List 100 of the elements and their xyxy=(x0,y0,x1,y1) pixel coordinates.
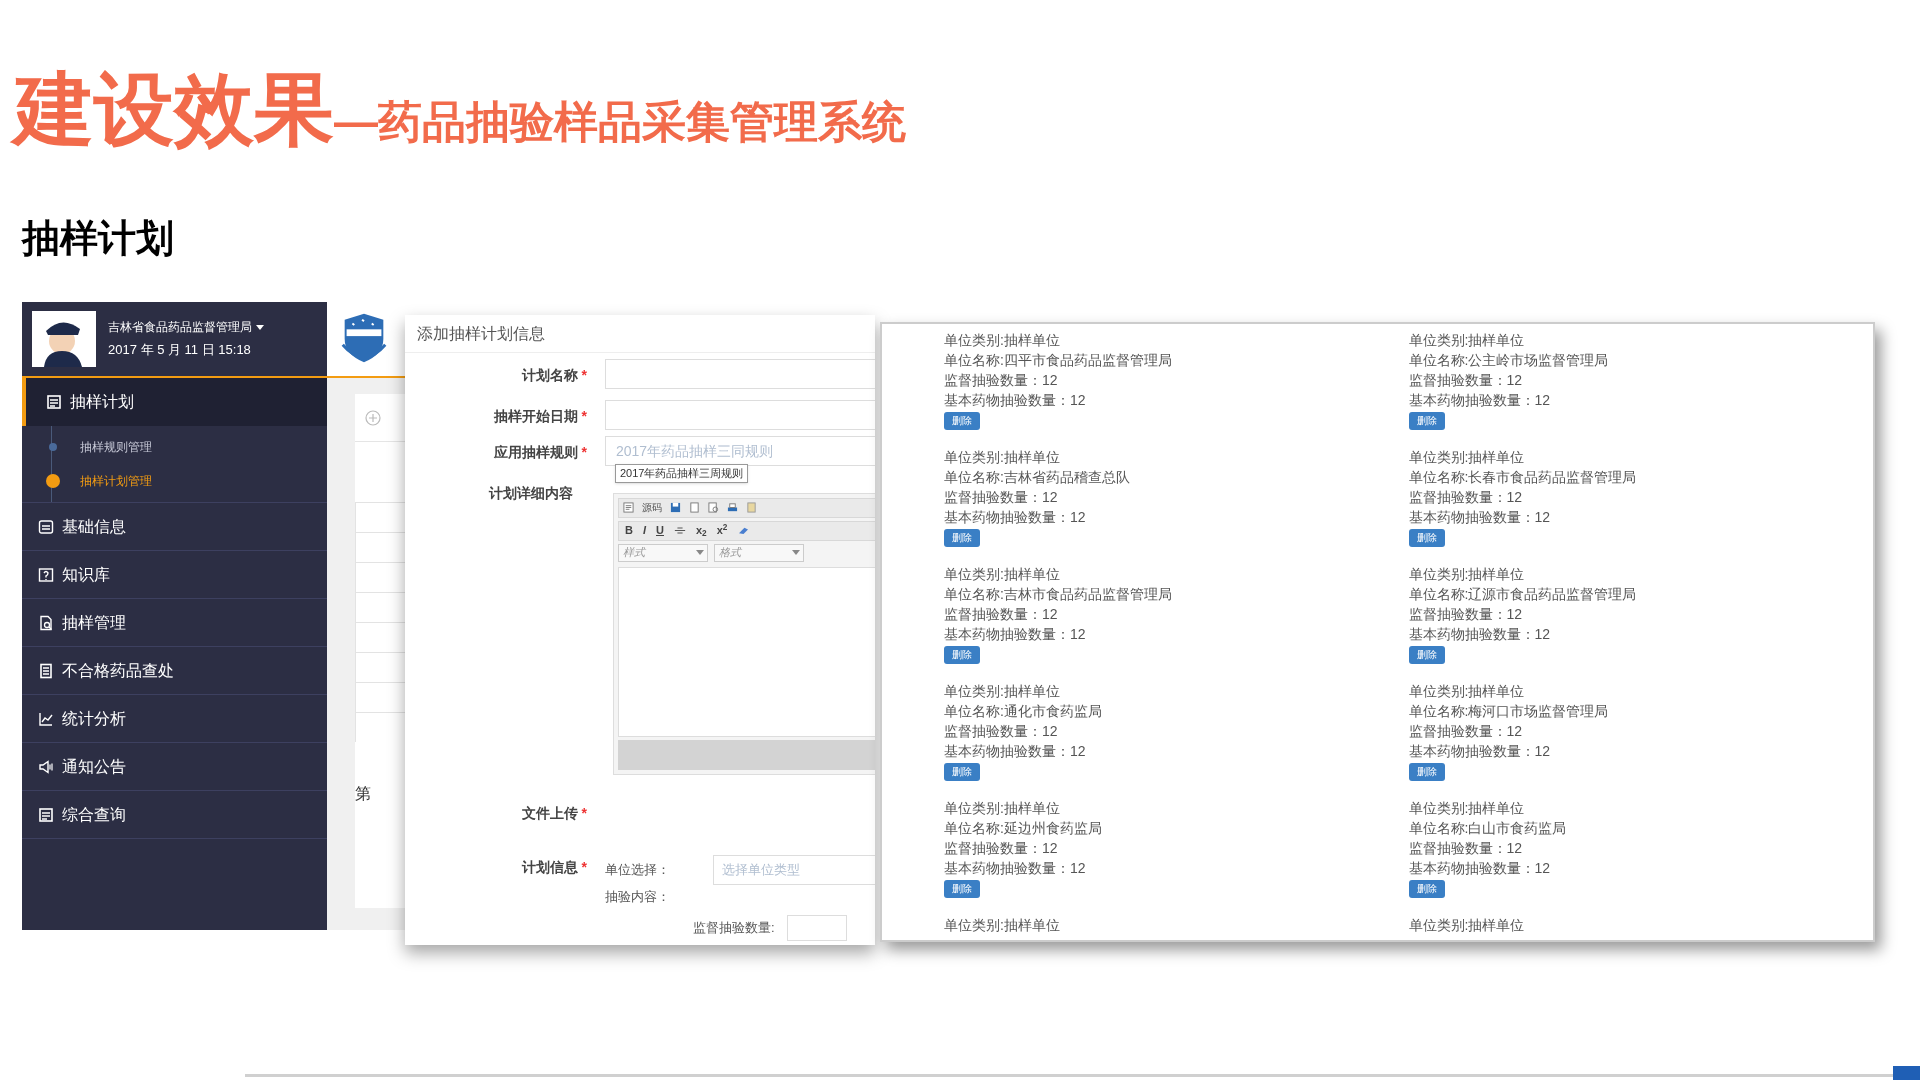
caret-icon[interactable] xyxy=(256,324,264,330)
basic-drug-count: 基本药物抽验数量：12 xyxy=(1408,391,1552,410)
required-mark: * xyxy=(581,406,587,426)
supervision-count: 监督抽验数量：12 xyxy=(1408,488,1524,507)
avatar-icon xyxy=(32,311,96,367)
field-label: 计划信息 xyxy=(521,858,578,878)
preview-icon[interactable] xyxy=(708,502,719,514)
new-page-icon[interactable] xyxy=(689,502,700,514)
print-icon[interactable] xyxy=(727,502,738,514)
menu-icon xyxy=(38,566,54,583)
unit-type: 单位类别:抽样单位 xyxy=(944,682,1061,701)
basic-drug-count: 基本药物抽验数量：12 xyxy=(1408,625,1552,644)
tooltip: 2017年药品抽样三周规则 xyxy=(615,464,749,483)
delete-button[interactable]: 删除 xyxy=(944,880,980,898)
delete-button[interactable]: 删除 xyxy=(944,646,980,664)
delete-button[interactable]: 删除 xyxy=(1408,646,1445,664)
format-button[interactable]: I xyxy=(642,522,646,539)
supervision-count: 监督抽验数量：12 xyxy=(944,839,1059,858)
basic-drug-count: 基本药物抽验数量：12 xyxy=(1408,742,1552,761)
delete-button[interactable]: 删除 xyxy=(944,763,980,781)
caret-icon xyxy=(696,550,704,556)
menu-item[interactable]: 综合查询 xyxy=(22,791,327,839)
input-field[interactable] xyxy=(605,399,875,430)
content-label: 抽验内容： xyxy=(605,888,671,907)
date-time: 2017 年 5 月 11 日 15:18 xyxy=(108,341,252,360)
menu-icon xyxy=(38,758,54,775)
unit-name: 单位名称:四平市食品药品监督管理局 xyxy=(944,351,1173,370)
basic-drug-count: 基本药物抽验数量：12 xyxy=(944,625,1087,644)
source-icon xyxy=(623,502,634,514)
supervision-count: 监督抽验数量：12 xyxy=(1408,722,1524,741)
unit-name: 单位名称:吉林市食品药品监督管理局 xyxy=(944,585,1173,604)
unit-type: 单位类别:抽样单位 xyxy=(944,448,1061,467)
count-label: 监督抽验数量: xyxy=(693,918,775,937)
menu-icon xyxy=(46,394,62,410)
unit-type: 单位类别:抽样单位 xyxy=(944,916,1061,935)
add-icon[interactable] xyxy=(365,409,381,426)
supervision-count: 监督抽验数量：12 xyxy=(944,722,1059,741)
unit-name: 单位名称:吉林省药品稽查总队 xyxy=(944,468,1131,487)
menu-icon xyxy=(38,662,54,679)
slide-subtitle: —药品抽验样品采集管理系统 xyxy=(334,100,906,144)
required-mark: * xyxy=(581,803,587,823)
unit-name: 单位名称:辽源市食品药品监督管理局 xyxy=(1408,585,1638,604)
input-field[interactable] xyxy=(786,914,847,941)
unit-name: 单位名称:通化市食药监局 xyxy=(944,702,1103,721)
page-label: 第 xyxy=(355,784,372,804)
format-button[interactable]: B xyxy=(625,522,633,539)
source-button[interactable]: 源码 xyxy=(642,500,662,516)
basic-drug-count: 基本药物抽验数量：12 xyxy=(1408,859,1552,878)
supervision-count: 监督抽验数量：12 xyxy=(944,488,1059,507)
eraser-icon[interactable] xyxy=(737,526,751,536)
field-label: 抽样开始日期 xyxy=(493,406,578,426)
delete-button[interactable]: 删除 xyxy=(1408,412,1445,430)
footer-bar xyxy=(1893,1066,1920,1080)
required-mark: * xyxy=(581,858,587,878)
input-field[interactable] xyxy=(605,359,875,390)
delete-button[interactable]: 删除 xyxy=(1408,763,1445,781)
strikethrough-icon[interactable] xyxy=(673,526,686,536)
section-heading: 抽样计划 xyxy=(22,216,174,261)
menu-item[interactable]: 抽样计划 xyxy=(22,378,327,426)
unit-type: 单位类别:抽样单位 xyxy=(1408,448,1526,467)
organization-name: 吉林省食品药品监督管理局 xyxy=(108,319,252,337)
unit-type: 单位类别:抽样单位 xyxy=(944,331,1061,350)
script-button[interactable]: x$_{2}$ xyxy=(695,522,707,539)
menu-icon xyxy=(38,806,54,823)
required-mark: * xyxy=(581,366,587,386)
delete-button[interactable]: 删除 xyxy=(1408,880,1445,898)
field-label: 文件上传 xyxy=(521,803,578,823)
submenu-item[interactable]: 抽样规则管理 xyxy=(80,438,152,456)
delete-button[interactable]: 删除 xyxy=(1408,529,1445,547)
unit-type: 单位类别:抽样单位 xyxy=(1408,916,1526,935)
template-icon[interactable] xyxy=(746,502,757,514)
unit-type: 单位类别:抽样单位 xyxy=(1408,565,1526,584)
basic-drug-count: 基本药物抽验数量：12 xyxy=(944,508,1087,527)
menu-icon xyxy=(38,518,54,535)
unit-type: 单位类别:抽样单位 xyxy=(944,565,1061,584)
unit-type: 单位类别:抽样单位 xyxy=(1408,799,1526,818)
submenu-item[interactable]: 抽样计划管理 xyxy=(80,472,152,490)
field-label: 计划详细内容 xyxy=(489,483,573,503)
caret-icon xyxy=(792,550,800,556)
unit-name: 单位名称:长春市食品药品监督管理局 xyxy=(1408,468,1638,487)
menu-icon xyxy=(38,710,54,727)
unit-type: 单位类别:抽样单位 xyxy=(1408,682,1526,701)
supervision-count: 监督抽验数量：12 xyxy=(944,605,1059,624)
basic-drug-count: 基本药物抽验数量：12 xyxy=(944,742,1087,761)
unit-name: 单位名称:梅河口市场监督管理局 xyxy=(1408,702,1610,721)
supervision-count: 监督抽验数量：12 xyxy=(1408,839,1524,858)
delete-button[interactable]: 删除 xyxy=(944,529,980,547)
rich-text-editor[interactable]: 源码 B I U x$_{2}$ x$^{2}$ 样式 格式 xyxy=(613,492,875,775)
basic-drug-count: 基本药物抽验数量：12 xyxy=(944,391,1087,410)
basic-drug-count: 基本药物抽验数量：12 xyxy=(944,859,1087,878)
required-mark: * xyxy=(581,443,587,463)
save-icon[interactable] xyxy=(670,502,681,514)
script-button[interactable]: x$^{2}$ xyxy=(716,522,728,539)
format-button[interactable]: U xyxy=(656,522,664,539)
dialog-title: 添加抽样计划信息 xyxy=(417,323,545,344)
basic-drug-count: 基本药物抽验数量：12 xyxy=(1408,508,1552,527)
field-label: 应用抽样规则 xyxy=(493,443,578,463)
delete-button[interactable]: 删除 xyxy=(944,412,980,430)
unit-type: 单位类别:抽样单位 xyxy=(1408,331,1526,350)
menu-icon xyxy=(38,614,54,631)
